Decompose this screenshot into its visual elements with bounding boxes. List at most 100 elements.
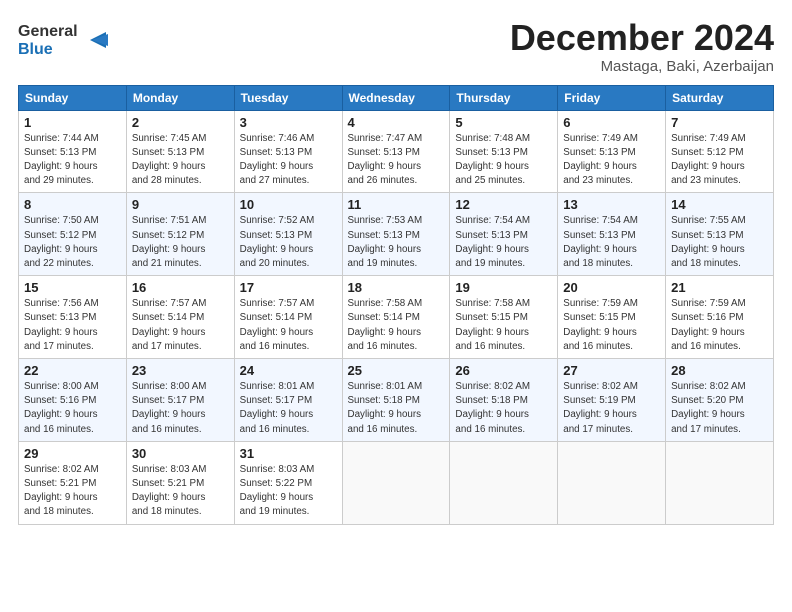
day-number: 25: [348, 363, 445, 378]
weekday-monday: Monday: [126, 85, 234, 110]
day-number: 14: [671, 197, 768, 212]
day-info: Sunrise: 8:02 AMSunset: 5:19 PMDaylight:…: [563, 380, 660, 437]
weekday-tuesday: Tuesday: [234, 85, 342, 110]
day-info: Sunrise: 8:03 AMSunset: 5:21 PMDaylight:…: [132, 463, 229, 520]
day-cell-1: 1Sunrise: 7:44 AMSunset: 5:13 PMDaylight…: [19, 110, 127, 193]
day-info: Sunrise: 7:48 AMSunset: 5:13 PMDaylight:…: [455, 132, 552, 189]
month-title: December 2024: [510, 18, 774, 58]
day-cell-21: 21 Sunrise: 7:59 AMSunset: 5:16 PMDayligh…: [666, 276, 774, 359]
day-cell-9: 9 Sunrise: 7:51 AMSunset: 5:12 PMDaylight…: [126, 193, 234, 276]
weekday-sunday: Sunday: [19, 85, 127, 110]
day-number: 30: [132, 446, 229, 461]
day-number: 19: [455, 280, 552, 295]
day-info: Sunrise: 7:58 AMSunset: 5:15 PMDaylight:…: [455, 297, 552, 354]
week-row-1: 1Sunrise: 7:44 AMSunset: 5:13 PMDaylight…: [19, 110, 774, 193]
day-number: 8: [24, 197, 121, 212]
week-row-5: 29Sunrise: 8:02 AMSunset: 5:21 PMDayligh…: [19, 441, 774, 524]
title-area: December 2024 Mastaga, Baki, Azerbaijan: [510, 18, 774, 75]
day-info: Sunrise: 7:56 AMSunset: 5:13 PMDaylight:…: [24, 297, 121, 354]
day-cell-22: 22Sunrise: 8:00 AMSunset: 5:16 PMDayligh…: [19, 359, 127, 442]
day-info: Sunrise: 8:00 AMSunset: 5:16 PMDaylight:…: [24, 380, 121, 437]
day-info: Sunrise: 7:53 AMSunset: 5:13 PMDaylight:…: [348, 214, 445, 271]
day-number: 12: [455, 197, 552, 212]
day-cell-30: 30 Sunrise: 8:03 AMSunset: 5:21 PMDayligh…: [126, 441, 234, 524]
day-number: 21: [671, 280, 768, 295]
day-number: 16: [132, 280, 229, 295]
page-header: General Blue December 2024 Mastaga, Baki…: [18, 18, 774, 75]
day-cell-5: 5 Sunrise: 7:48 AMSunset: 5:13 PMDaylight…: [450, 110, 558, 193]
day-info: Sunrise: 7:55 AMSunset: 5:13 PMDaylight:…: [671, 214, 768, 271]
week-row-3: 15 Sunrise: 7:56 AMSunset: 5:13 PMDayligh…: [19, 276, 774, 359]
day-number: 10: [240, 197, 337, 212]
day-number: 29: [24, 446, 121, 461]
calendar-table: SundayMondayTuesdayWednesdayThursdayFrid…: [18, 85, 774, 525]
day-cell-11: 11 Sunrise: 7:53 AMSunset: 5:13 PMDayligh…: [342, 193, 450, 276]
day-cell-10: 10 Sunrise: 7:52 AMSunset: 5:13 PMDayligh…: [234, 193, 342, 276]
weekday-thursday: Thursday: [450, 85, 558, 110]
day-number: 5: [455, 115, 552, 130]
day-cell-18: 18Sunrise: 7:58 AMSunset: 5:14 PMDayligh…: [342, 276, 450, 359]
day-info: Sunrise: 7:59 AMSunset: 5:15 PMDaylight:…: [563, 297, 660, 354]
empty-cell: [558, 441, 666, 524]
day-cell-31: 31 Sunrise: 8:03 AMSunset: 5:22 PMDayligh…: [234, 441, 342, 524]
day-info: Sunrise: 7:49 AMSunset: 5:12 PMDaylight:…: [671, 132, 768, 189]
day-cell-3: 3 Sunrise: 7:46 AMSunset: 5:13 PMDaylight…: [234, 110, 342, 193]
empty-cell: [450, 441, 558, 524]
day-cell-4: 4 Sunrise: 7:47 AMSunset: 5:13 PMDaylight…: [342, 110, 450, 193]
day-number: 3: [240, 115, 337, 130]
week-row-4: 22Sunrise: 8:00 AMSunset: 5:16 PMDayligh…: [19, 359, 774, 442]
day-info: Sunrise: 7:58 AMSunset: 5:14 PMDaylight:…: [348, 297, 445, 354]
week-row-2: 8 Sunrise: 7:50 AMSunset: 5:12 PMDaylight…: [19, 193, 774, 276]
day-info: Sunrise: 7:49 AMSunset: 5:13 PMDaylight:…: [563, 132, 660, 189]
day-number: 17: [240, 280, 337, 295]
day-cell-7: 7Sunrise: 7:49 AMSunset: 5:12 PMDaylight…: [666, 110, 774, 193]
weekday-saturday: Saturday: [666, 85, 774, 110]
day-info: Sunrise: 7:54 AMSunset: 5:13 PMDaylight:…: [455, 214, 552, 271]
day-cell-28: 28Sunrise: 8:02 AMSunset: 5:20 PMDayligh…: [666, 359, 774, 442]
day-number: 26: [455, 363, 552, 378]
day-number: 6: [563, 115, 660, 130]
day-info: Sunrise: 7:59 AMSunset: 5:16 PMDaylight:…: [671, 297, 768, 354]
day-info: Sunrise: 7:57 AMSunset: 5:14 PMDaylight:…: [132, 297, 229, 354]
day-cell-24: 24 Sunrise: 8:01 AMSunset: 5:17 PMDayligh…: [234, 359, 342, 442]
day-number: 4: [348, 115, 445, 130]
day-info: Sunrise: 8:03 AMSunset: 5:22 PMDaylight:…: [240, 463, 337, 520]
day-cell-12: 12 Sunrise: 7:54 AMSunset: 5:13 PMDayligh…: [450, 193, 558, 276]
day-cell-8: 8 Sunrise: 7:50 AMSunset: 5:12 PMDaylight…: [19, 193, 127, 276]
day-cell-15: 15 Sunrise: 7:56 AMSunset: 5:13 PMDayligh…: [19, 276, 127, 359]
day-cell-19: 19 Sunrise: 7:58 AMSunset: 5:15 PMDayligh…: [450, 276, 558, 359]
day-number: 24: [240, 363, 337, 378]
day-cell-14: 14 Sunrise: 7:55 AMSunset: 5:13 PMDayligh…: [666, 193, 774, 276]
day-number: 15: [24, 280, 121, 295]
day-info: Sunrise: 7:50 AMSunset: 5:12 PMDaylight:…: [24, 214, 121, 271]
day-cell-26: 26Sunrise: 8:02 AMSunset: 5:18 PMDayligh…: [450, 359, 558, 442]
weekday-wednesday: Wednesday: [342, 85, 450, 110]
day-number: 27: [563, 363, 660, 378]
day-info: Sunrise: 7:46 AMSunset: 5:13 PMDaylight:…: [240, 132, 337, 189]
svg-text:Blue: Blue: [18, 41, 53, 58]
empty-cell: [342, 441, 450, 524]
calendar-page: General Blue December 2024 Mastaga, Baki…: [0, 0, 792, 612]
day-info: Sunrise: 7:45 AMSunset: 5:13 PMDaylight:…: [132, 132, 229, 189]
empty-cell: [666, 441, 774, 524]
day-number: 31: [240, 446, 337, 461]
day-cell-13: 13Sunrise: 7:54 AMSunset: 5:13 PMDayligh…: [558, 193, 666, 276]
day-info: Sunrise: 8:01 AMSunset: 5:17 PMDaylight:…: [240, 380, 337, 437]
day-info: Sunrise: 7:47 AMSunset: 5:13 PMDaylight:…: [348, 132, 445, 189]
day-number: 1: [24, 115, 121, 130]
weekday-friday: Friday: [558, 85, 666, 110]
weekday-header-row: SundayMondayTuesdayWednesdayThursdayFrid…: [19, 85, 774, 110]
day-info: Sunrise: 7:52 AMSunset: 5:13 PMDaylight:…: [240, 214, 337, 271]
location: Mastaga, Baki, Azerbaijan: [510, 58, 774, 75]
day-cell-27: 27 Sunrise: 8:02 AMSunset: 5:19 PMDayligh…: [558, 359, 666, 442]
day-number: 11: [348, 197, 445, 212]
day-number: 23: [132, 363, 229, 378]
day-number: 2: [132, 115, 229, 130]
day-info: Sunrise: 7:51 AMSunset: 5:12 PMDaylight:…: [132, 214, 229, 271]
day-number: 20: [563, 280, 660, 295]
day-info: Sunrise: 7:57 AMSunset: 5:14 PMDaylight:…: [240, 297, 337, 354]
day-cell-16: 16 Sunrise: 7:57 AMSunset: 5:14 PMDayligh…: [126, 276, 234, 359]
day-number: 9: [132, 197, 229, 212]
logo: General Blue: [18, 18, 108, 62]
day-info: Sunrise: 8:02 AMSunset: 5:20 PMDaylight:…: [671, 380, 768, 437]
